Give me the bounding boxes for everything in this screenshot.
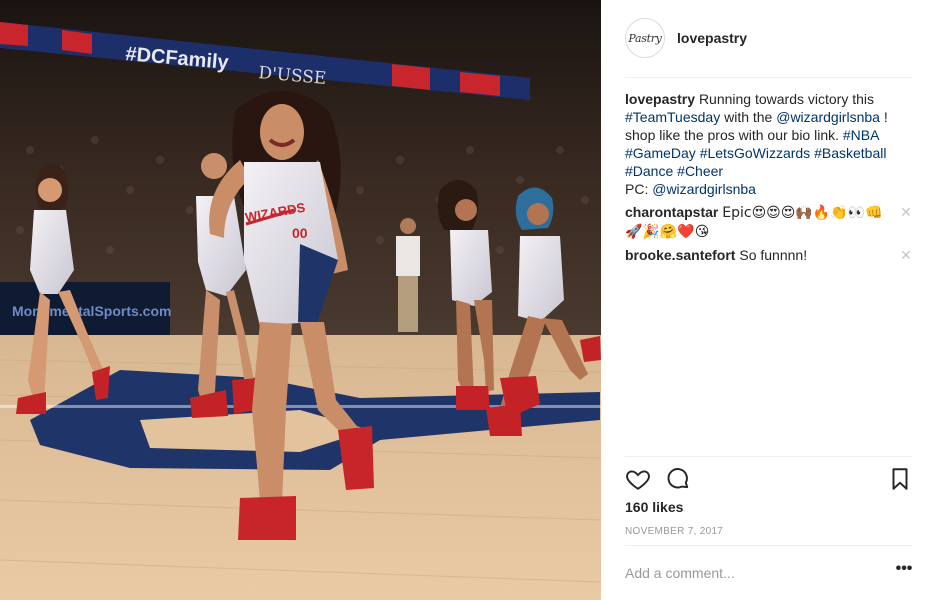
hashtag-cheer[interactable]: #Cheer — [677, 163, 723, 179]
caption-text: with the — [724, 109, 773, 125]
comment-item: brooke.santefort So funnnn! ✕ — [625, 246, 913, 264]
comment-author[interactable]: charontapstar — [625, 204, 718, 220]
post-username[interactable]: lovepastry — [677, 30, 747, 46]
caption-pc-label: PC: — [625, 181, 649, 197]
avatar-logo-text: Pastry — [628, 31, 662, 45]
add-comment-input[interactable] — [625, 560, 875, 586]
hashtag-teamtuesday[interactable]: #TeamTuesday — [625, 109, 720, 125]
hashtag-nba[interactable]: #NBA — [843, 127, 879, 143]
header-divider — [625, 77, 912, 78]
cheerleaders-photo: #DCFamily D'USSE MonumentalSports.com WI… — [0, 0, 601, 600]
hashtag-dance[interactable]: #Dance — [625, 163, 673, 179]
heart-icon[interactable] — [625, 466, 651, 492]
actions-divider — [625, 456, 912, 457]
caption-author[interactable]: lovepastry — [625, 91, 695, 107]
comment-box-divider — [625, 545, 912, 546]
mention-wizardgirlsnba[interactable]: @wizardgirlsnba — [776, 109, 880, 125]
caption-text: Running towards victory this — [698, 91, 875, 107]
post-side-panel: Pastry lovepastry lovepastry Running tow… — [601, 0, 933, 600]
comment-icon[interactable] — [665, 466, 691, 492]
close-icon[interactable]: ✕ — [899, 246, 913, 264]
mention-wizardgirlsnba-credit[interactable]: @wizardgirlsnba — [652, 181, 756, 197]
comment-text: So funnnn! — [739, 247, 808, 263]
post-photo[interactable]: #DCFamily D'USSE MonumentalSports.com WI… — [0, 0, 601, 600]
post-caption: lovepastry Running towards victory this … — [625, 90, 913, 198]
hashtag-gameday[interactable]: #GameDay — [625, 145, 696, 161]
comment-author[interactable]: brooke.santefort — [625, 247, 735, 263]
post-header: Pastry lovepastry — [625, 18, 747, 58]
instagram-post: #DCFamily D'USSE MonumentalSports.com WI… — [0, 0, 933, 600]
bookmark-icon[interactable] — [887, 466, 913, 492]
post-actions — [625, 466, 913, 492]
avatar[interactable]: Pastry — [625, 18, 665, 58]
close-icon[interactable]: ✕ — [899, 203, 913, 221]
add-comment-box: ••• — [625, 560, 913, 586]
likes-count[interactable]: 160 likes — [625, 499, 683, 515]
hashtag-letsgowizzards[interactable]: #LetsGoWizzards — [700, 145, 810, 161]
uniform-number: 00 — [292, 225, 308, 241]
courtside-text: MonumentalSports.com — [12, 303, 171, 319]
comments-list: lovepastry Running towards victory this … — [625, 90, 913, 264]
post-date[interactable]: NOVEMBER 7, 2017 — [625, 526, 723, 537]
comment-item: charontapstar Epic😍😍😍🙌🏾🔥👏👀👊🚀🎉🤗❤️😘 ✕ — [625, 203, 913, 241]
more-icon[interactable]: ••• — [895, 561, 913, 582]
hashtag-basketball[interactable]: #Basketball — [814, 145, 886, 161]
